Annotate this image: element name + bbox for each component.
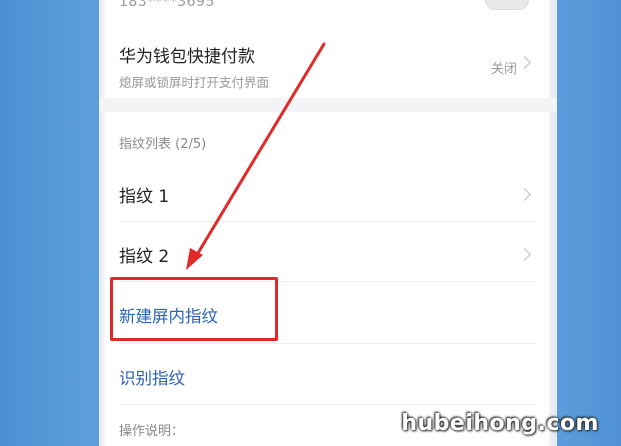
watermark: hubeihong.com xyxy=(401,411,599,436)
annotation-arrow-icon xyxy=(186,42,326,270)
